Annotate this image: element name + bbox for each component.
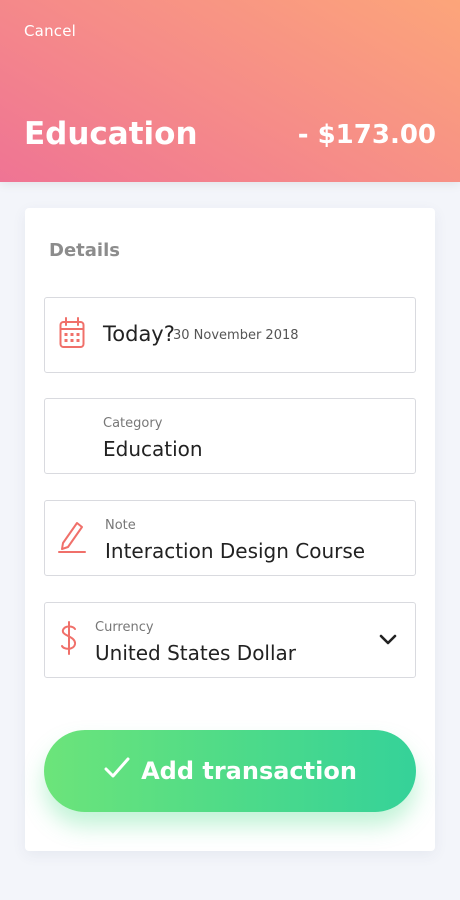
details-section-label: Details xyxy=(49,240,120,261)
page-title: Education xyxy=(24,116,198,152)
note-label: Note xyxy=(105,518,136,533)
dollar-icon xyxy=(59,620,79,660)
currency-value: United States Dollar xyxy=(95,641,297,665)
currency-label: Currency xyxy=(95,620,154,635)
add-transaction-label: Add transaction xyxy=(141,757,357,785)
date-sub-text: 30 November 2018 xyxy=(173,328,299,343)
cancel-button[interactable]: Cancel xyxy=(24,22,76,40)
currency-field[interactable]: Currency United States Dollar xyxy=(44,602,416,678)
add-transaction-button[interactable]: Add transaction xyxy=(44,730,416,812)
calendar-icon xyxy=(59,317,85,353)
note-value: Interaction Design Course xyxy=(105,539,366,563)
note-field[interactable]: Note Interaction Design Course xyxy=(44,500,416,576)
chevron-down-icon[interactable] xyxy=(379,632,397,651)
category-field[interactable]: Category Education xyxy=(44,398,416,474)
details-card: Details Today? 30 November 2018 Category… xyxy=(25,208,435,851)
category-value: Education xyxy=(103,437,203,461)
checkmark-icon xyxy=(103,756,131,786)
transaction-amount: - $173.00 xyxy=(297,120,436,150)
date-main-text: Today? xyxy=(103,322,175,346)
category-label: Category xyxy=(103,416,163,431)
pencil-icon xyxy=(57,519,87,557)
date-field[interactable]: Today? 30 November 2018 xyxy=(44,297,416,373)
header: Cancel Education - $173.00 xyxy=(0,0,460,182)
